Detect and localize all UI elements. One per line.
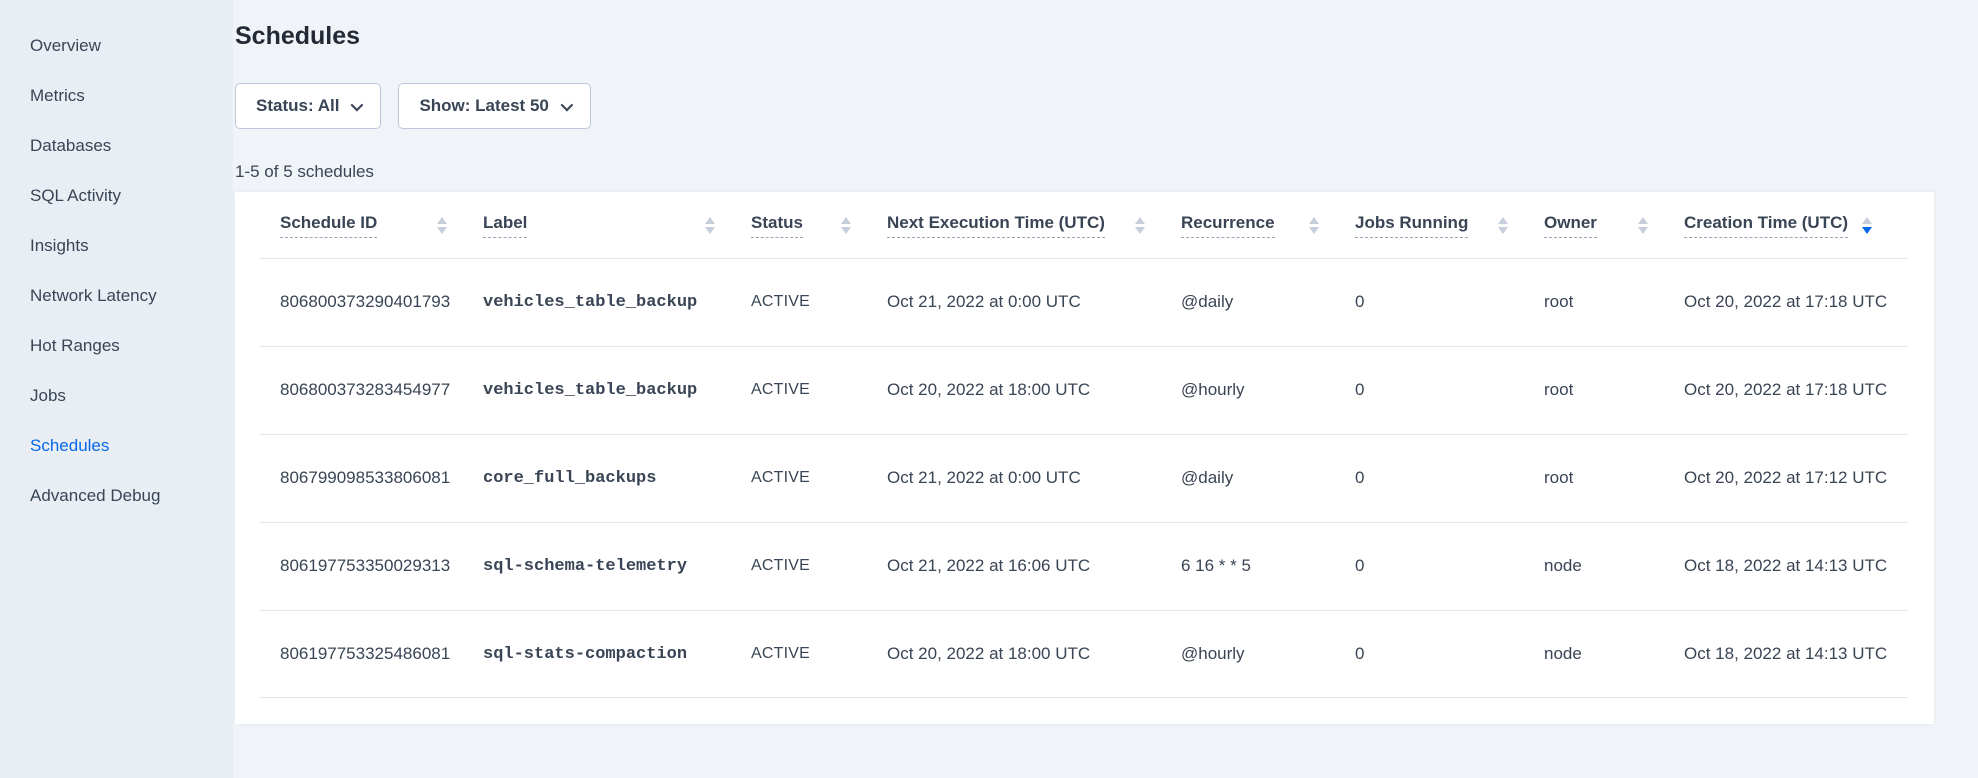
cell-owner: node [1544, 644, 1684, 664]
cell-schedule-id: 806197753350029313 [280, 556, 483, 576]
cell-next-execution: Oct 20, 2022 at 18:00 UTC [887, 380, 1181, 400]
sidebar-item-insights[interactable]: Insights [0, 221, 233, 271]
cell-next-execution: Oct 21, 2022 at 0:00 UTC [887, 468, 1181, 488]
table-row[interactable]: 806197753350029313 sql-schema-telemetry … [235, 522, 1934, 610]
status-filter-label: Status: All [256, 96, 339, 116]
cell-owner: root [1544, 292, 1684, 312]
column-header-creation-time[interactable]: Creation Time (UTC) [1684, 213, 1908, 238]
column-header-jobs-running[interactable]: Jobs Running [1355, 213, 1544, 238]
cell-jobs-running: 0 [1355, 468, 1544, 488]
row-separator [259, 346, 1908, 347]
table-row[interactable]: 806800373283454977 vehicles_table_backup… [235, 346, 1934, 434]
cell-creation-time: Oct 20, 2022 at 17:12 UTC [1684, 468, 1908, 488]
cell-next-execution: Oct 20, 2022 at 18:00 UTC [887, 644, 1181, 664]
cell-next-execution: Oct 21, 2022 at 0:00 UTC [887, 292, 1181, 312]
sidebar-item-hot-ranges[interactable]: Hot Ranges [0, 321, 233, 371]
show-filter-label: Show: Latest 50 [419, 96, 548, 116]
results-count: 1-5 of 5 schedules [235, 162, 1934, 182]
column-header-label: Schedule ID [280, 213, 377, 238]
row-separator [259, 522, 1908, 523]
sort-icon[interactable] [705, 217, 715, 234]
row-separator [259, 258, 1908, 259]
cell-label: core_full_backups [483, 469, 751, 488]
sidebar-item-databases[interactable]: Databases [0, 121, 233, 171]
column-header-label: Label [483, 213, 527, 238]
filter-bar: Status: All Show: Latest 50 [235, 83, 1934, 129]
chevron-down-icon [351, 98, 364, 111]
cell-creation-time: Oct 20, 2022 at 17:18 UTC [1684, 292, 1908, 312]
cell-recurrence: @hourly [1181, 644, 1355, 664]
sidebar-item-metrics[interactable]: Metrics [0, 71, 233, 121]
cell-schedule-id: 806800373290401793 [280, 292, 483, 312]
column-header-label: Recurrence [1181, 213, 1275, 238]
cell-jobs-running: 0 [1355, 292, 1544, 312]
sort-icon[interactable] [841, 217, 851, 234]
table-row[interactable]: 806197753325486081 sql-stats-compaction … [235, 610, 1934, 698]
column-header-recurrence[interactable]: Recurrence [1181, 213, 1355, 238]
column-header-schedule-id[interactable]: Schedule ID [280, 213, 483, 238]
cell-label: sql-schema-telemetry [483, 557, 751, 576]
sort-icon[interactable] [1135, 217, 1145, 234]
row-separator [259, 610, 1908, 611]
column-header-label: Jobs Running [1355, 213, 1468, 238]
cell-owner: root [1544, 468, 1684, 488]
sidebar-item-network-latency[interactable]: Network Latency [0, 271, 233, 321]
main-content: Schedules Status: All Show: Latest 50 1-… [233, 0, 1978, 778]
column-header-label: Owner [1544, 213, 1597, 238]
cell-status: ACTIVE [751, 469, 887, 487]
column-header-next-execution-time[interactable]: Next Execution Time (UTC) [887, 213, 1181, 238]
column-header-status[interactable]: Status [751, 213, 887, 238]
cell-owner: node [1544, 556, 1684, 576]
sidebar-item-schedules[interactable]: Schedules [0, 421, 233, 471]
sort-icon[interactable] [437, 217, 447, 234]
row-separator [259, 434, 1908, 435]
sidebar-item-advanced-debug[interactable]: Advanced Debug [0, 471, 233, 521]
sort-icon[interactable] [1638, 217, 1648, 234]
cell-status: ACTIVE [751, 293, 887, 311]
schedules-table-card: Schedule ID Label Status Next Execution … [235, 192, 1934, 724]
cell-label: vehicles_table_backup [483, 381, 751, 400]
sidebar-item-sql-activity[interactable]: SQL Activity [0, 171, 233, 221]
cell-jobs-running: 0 [1355, 380, 1544, 400]
cell-jobs-running: 0 [1355, 644, 1544, 664]
cell-owner: root [1544, 380, 1684, 400]
cell-creation-time: Oct 20, 2022 at 17:18 UTC [1684, 380, 1908, 400]
cell-status: ACTIVE [751, 557, 887, 575]
column-header-label: Next Execution Time (UTC) [887, 213, 1105, 238]
page-title: Schedules [235, 22, 1934, 51]
table-header-row: Schedule ID Label Status Next Execution … [235, 192, 1934, 258]
sidebar-item-overview[interactable]: Overview [0, 21, 233, 71]
cell-recurrence: @daily [1181, 292, 1355, 312]
cell-recurrence: 6 16 * * 5 [1181, 556, 1355, 576]
cell-recurrence: @hourly [1181, 380, 1355, 400]
row-separator [259, 697, 1908, 698]
cell-schedule-id: 806197753325486081 [280, 644, 483, 664]
table-row[interactable]: 806800373290401793 vehicles_table_backup… [235, 258, 1934, 346]
chevron-down-icon [560, 98, 573, 111]
cell-creation-time: Oct 18, 2022 at 14:13 UTC [1684, 644, 1908, 664]
sidebar: Overview Metrics Databases SQL Activity … [0, 0, 233, 778]
cell-status: ACTIVE [751, 645, 887, 663]
cell-recurrence: @daily [1181, 468, 1355, 488]
cell-creation-time: Oct 18, 2022 at 14:13 UTC [1684, 556, 1908, 576]
column-header-label: Status [751, 213, 803, 238]
cell-next-execution: Oct 21, 2022 at 16:06 UTC [887, 556, 1181, 576]
app-root: Overview Metrics Databases SQL Activity … [0, 0, 1978, 778]
cell-schedule-id: 806799098533806081 [280, 468, 483, 488]
sidebar-item-jobs[interactable]: Jobs [0, 371, 233, 421]
cell-schedule-id: 806800373283454977 [280, 380, 483, 400]
sort-icon-active-desc[interactable] [1862, 217, 1872, 234]
cell-label: vehicles_table_backup [483, 293, 751, 312]
table-row[interactable]: 806799098533806081 core_full_backups ACT… [235, 434, 1934, 522]
status-filter-dropdown[interactable]: Status: All [235, 83, 381, 129]
sort-icon[interactable] [1498, 217, 1508, 234]
cell-jobs-running: 0 [1355, 556, 1544, 576]
column-header-label: Creation Time (UTC) [1684, 213, 1848, 238]
cell-label: sql-stats-compaction [483, 645, 751, 664]
sort-icon[interactable] [1309, 217, 1319, 234]
show-filter-dropdown[interactable]: Show: Latest 50 [398, 83, 590, 129]
cell-status: ACTIVE [751, 381, 887, 399]
column-header-owner[interactable]: Owner [1544, 213, 1684, 238]
column-header-label[interactable]: Label [483, 213, 751, 238]
